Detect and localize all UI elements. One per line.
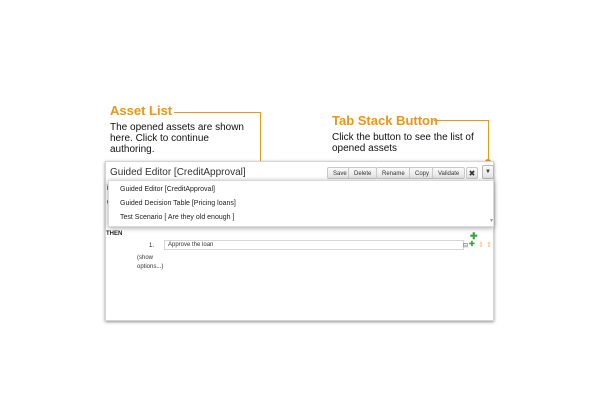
tab-stack-button[interactable]: ▼ — [482, 165, 494, 179]
asset-list-callout-body: The opened assets are shown here. Click … — [110, 122, 244, 155]
tab-stack-leader-vertical — [488, 120, 489, 162]
chevron-down-icon: ▼ — [485, 169, 491, 175]
rename-button[interactable]: Rename — [376, 167, 411, 179]
remove-row-icon[interactable]: ⊟ — [463, 242, 468, 250]
show-options-link[interactable]: (show options...) — [137, 254, 177, 272]
asset-list-item[interactable]: Guided Decision Table [Pricing loans] — [120, 200, 236, 207]
validate-button[interactable]: Validate — [432, 167, 466, 179]
move-up-icon[interactable]: ⇧ — [486, 242, 492, 250]
delete-button[interactable]: Delete — [348, 167, 378, 179]
asset-list-dropdown: Guided Editor [CreditApproval] Guided De… — [108, 180, 494, 227]
add-row-icon[interactable]: ✚ — [469, 241, 475, 249]
asset-list-leader-horizontal — [174, 112, 261, 113]
tab-stack-leader-horizontal — [434, 120, 489, 121]
dropdown-scroll-arrow-icon[interactable]: ▼ — [489, 217, 494, 225]
asset-list-item[interactable]: Test Scenario [ Are they old enough ] — [120, 214, 234, 221]
tab-stack-callout-title: Tab Stack Button — [332, 113, 438, 128]
move-down-icon[interactable]: ⇩ — [478, 242, 484, 250]
asset-list-callout-title: Asset List — [110, 103, 173, 118]
action-row-field[interactable]: Approve the loan — [164, 240, 464, 250]
editor-title: Guided Editor [CreditApproval] — [110, 167, 246, 178]
action-row-number: 1. — [149, 243, 155, 249]
then-label: THEN — [106, 231, 123, 237]
tab-stack-callout-body: Click the button to see the list of open… — [332, 132, 474, 154]
asset-list-item[interactable]: Guided Editor [CreditApproval] — [120, 186, 215, 193]
close-button[interactable]: ✖ — [466, 167, 478, 179]
close-icon: ✖ — [468, 169, 476, 178]
add-action-icon[interactable]: ✚ — [470, 232, 478, 241]
